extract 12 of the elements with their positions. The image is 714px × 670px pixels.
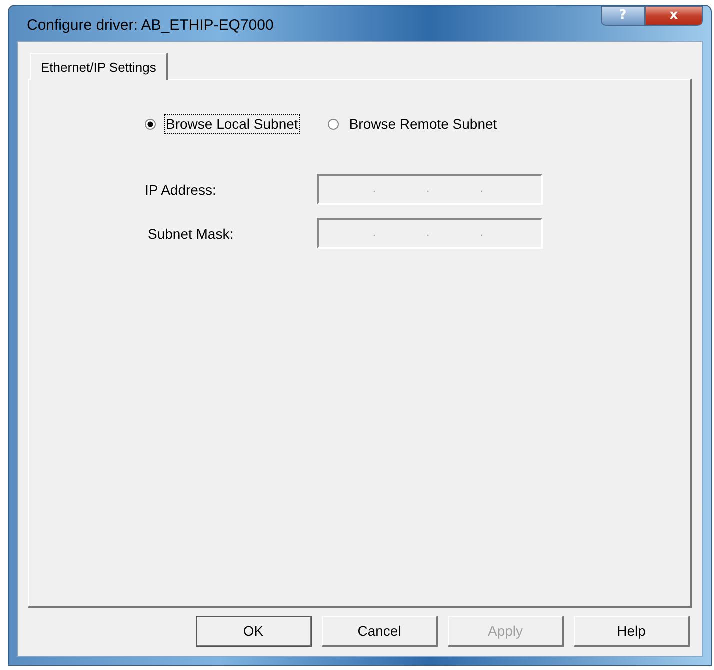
radio-label[interactable]: Browse Remote Subnet: [347, 114, 500, 134]
radio-button[interactable]: [328, 118, 340, 130]
close-button[interactable]: x: [645, 6, 703, 26]
dialog-button[interactable]: OK: [196, 616, 312, 647]
field-label: Subnet Mask:: [147, 226, 235, 242]
field-label: IP Address:: [145, 182, 218, 198]
radio-label[interactable]: Browse Local Subnet: [164, 114, 300, 134]
dialog-button[interactable]: Help: [574, 616, 690, 647]
window-title: Configure driver: AB_ETHIP-EQ7000: [26, 17, 274, 34]
tab[interactable]: Ethernet/IP Settings: [30, 53, 168, 80]
dialog-button[interactable]: Cancel: [322, 616, 438, 647]
radio-button[interactable]: [145, 118, 156, 130]
